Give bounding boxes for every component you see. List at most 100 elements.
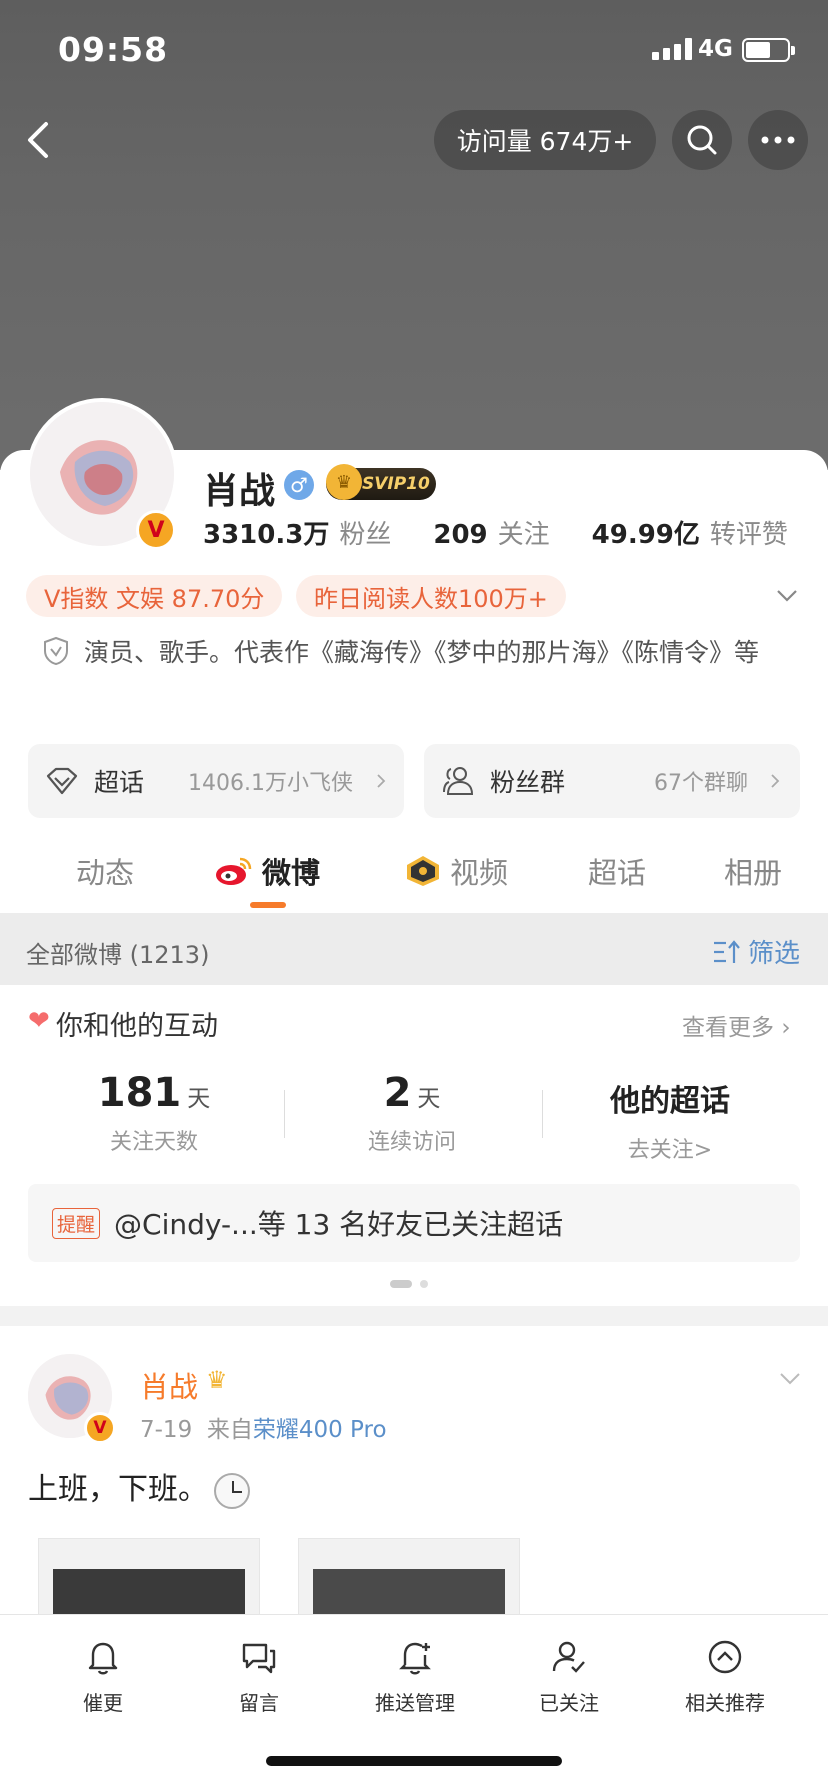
back-button[interactable]	[20, 118, 64, 162]
profile-name: 肖战	[203, 471, 276, 512]
remind-update-label: 催更	[83, 1691, 123, 1715]
profile-tabs: 动态 微博 视频 超话 相册	[0, 840, 828, 910]
bell-icon	[88, 1642, 118, 1675]
tab-weibo-label: 微博	[262, 856, 321, 890]
more-button[interactable]	[748, 110, 808, 170]
user-check-icon	[552, 1641, 585, 1673]
followers-count[interactable]: 3310.3万	[203, 514, 329, 551]
post-image[interactable]	[298, 1538, 520, 1618]
message-label: 留言	[239, 1691, 279, 1715]
his-supertopic-title: 他的超话	[610, 1084, 730, 1119]
metric-divider	[542, 1090, 543, 1138]
post-meta: 7-19 来自荣耀400 Pro	[140, 1410, 387, 1444]
tab-feed[interactable]: 动态	[76, 850, 134, 892]
section-separator	[0, 1306, 828, 1326]
supertopic-pill[interactable]: 超话 1406.1万小飞侠	[28, 744, 404, 818]
active-tab-indicator	[250, 902, 286, 908]
verification-shield-icon	[42, 636, 70, 666]
network-type: 4G	[698, 36, 733, 62]
reminder-text: @Cindy-...等 13 名好友已关注超话	[114, 1208, 564, 1241]
post-text-content: 上班，下班。	[28, 1472, 208, 1507]
consecutive-visits-unit: 天	[417, 1086, 441, 1112]
chevron-right-icon: ›	[781, 1015, 791, 1041]
chevron-up-circle-icon	[708, 1640, 742, 1674]
filter-bar: 全部微博 (1213) 筛选	[0, 913, 828, 985]
all-weibo-count[interactable]: 全部微博 (1213)	[26, 935, 209, 970]
followers-label[interactable]: 粉丝	[339, 514, 391, 551]
go-follow-link[interactable]: 去关注>	[570, 1132, 770, 1164]
follow-days-unit: 天	[187, 1086, 211, 1112]
post-options-button[interactable]	[778, 1366, 802, 1390]
people-icon	[443, 767, 474, 795]
search-icon	[687, 125, 717, 155]
tab-weibo[interactable]: 微博	[214, 850, 320, 892]
following-status-label: 已关注	[539, 1691, 599, 1715]
follow-days-label: 关注天数	[109, 1130, 198, 1155]
svip-label: SVIP10	[362, 474, 430, 494]
metric-divider	[284, 1090, 285, 1138]
supertopic-value: 1406.1万小飞侠	[188, 771, 353, 796]
tab-album[interactable]: 相册	[724, 850, 782, 892]
profile-stats: 3310.3万 粉丝 209 关注 49.99亿 转评赞	[203, 514, 788, 551]
friends-reminder[interactable]: 提醒 @Cindy-...等 13 名好友已关注超话	[28, 1184, 800, 1262]
supertopic-metric[interactable]: 他的超话 去关注>	[570, 1070, 770, 1164]
reminder-tag: 提醒	[52, 1207, 101, 1239]
search-button[interactable]	[672, 110, 732, 170]
post-device[interactable]: 荣耀400 Pro	[253, 1417, 387, 1443]
related-recommend-label: 相关推荐	[685, 1691, 765, 1715]
following-status-button[interactable]: 已关注	[504, 1637, 634, 1716]
profile-bio: 演员、歌手。代表作《藏海传》《梦中的那片海》《陈情令》等	[84, 638, 760, 667]
tab-supertopic[interactable]: 超话	[588, 850, 646, 892]
v-index-tag[interactable]: V指数 文娱 87.70分	[26, 575, 283, 617]
gender-male-icon: ♂	[284, 470, 314, 500]
push-settings-label: 推送管理	[375, 1691, 455, 1715]
more-dots-icon	[761, 136, 795, 144]
clock-icon	[214, 1472, 250, 1509]
following-label[interactable]: 关注	[498, 514, 550, 551]
see-more-link[interactable]: 查看更多 ›	[682, 1008, 791, 1042]
message-icon	[242, 1643, 276, 1674]
consecutive-visits-label: 连续访问	[367, 1130, 456, 1155]
verified-v-badge: V	[84, 1412, 116, 1444]
following-count[interactable]: 209	[433, 520, 487, 550]
supertopic-label: 超话	[94, 768, 145, 797]
post-image[interactable]	[38, 1538, 260, 1618]
fan-group-value: 67个群聊	[654, 771, 748, 796]
video-icon	[407, 856, 439, 886]
post-date: 7-19	[140, 1417, 193, 1443]
visit-count-button[interactable]: 访问量 674万+	[434, 110, 656, 170]
reads-tag[interactable]: 昨日阅读人数100万+	[296, 575, 566, 617]
likes-label: 转评赞	[709, 520, 788, 550]
crown-icon: ♛	[206, 1366, 228, 1394]
signal-icon	[652, 38, 692, 60]
message-button[interactable]: 留言	[194, 1637, 324, 1716]
interaction-title: 你和他的互动	[56, 1011, 218, 1042]
post-source-prefix: 来自	[206, 1417, 253, 1443]
status-time: 09:58	[58, 30, 169, 69]
chevron-left-icon	[28, 122, 48, 158]
carousel-indicator	[390, 1280, 428, 1288]
weibo-logo-icon	[216, 857, 252, 885]
see-more-label: 查看更多	[682, 1015, 774, 1041]
post-text: 上班，下班。	[28, 1464, 250, 1509]
tab-video[interactable]: 视频	[404, 850, 508, 892]
related-recommend-button[interactable]: 相关推荐	[660, 1637, 790, 1716]
status-bar: 09:58 4G	[0, 0, 828, 100]
svip-badge[interactable]: ♛ SVIP10	[326, 464, 436, 500]
diamond-icon	[46, 767, 78, 795]
fan-group-pill[interactable]: 粉丝群 67个群聊	[424, 744, 800, 818]
heart-icon: ❤	[28, 1006, 50, 1036]
fan-group-label: 粉丝群	[490, 768, 566, 797]
bell-plus-icon	[399, 1642, 431, 1675]
battery-icon	[742, 38, 795, 62]
push-settings-button[interactable]: 推送管理	[350, 1637, 480, 1716]
expand-button[interactable]	[776, 584, 798, 606]
home-indicator	[266, 1756, 562, 1766]
tab-video-label: 视频	[450, 856, 509, 890]
chevron-right-icon	[771, 774, 780, 788]
filter-button[interactable]: 筛选	[712, 933, 800, 970]
consecutive-visits-metric: 2天 连续访问	[312, 1070, 512, 1156]
post-author-name[interactable]: 肖战	[140, 1364, 198, 1406]
remind-update-button[interactable]: 催更	[38, 1637, 168, 1716]
crown-icon: ♛	[326, 464, 362, 500]
